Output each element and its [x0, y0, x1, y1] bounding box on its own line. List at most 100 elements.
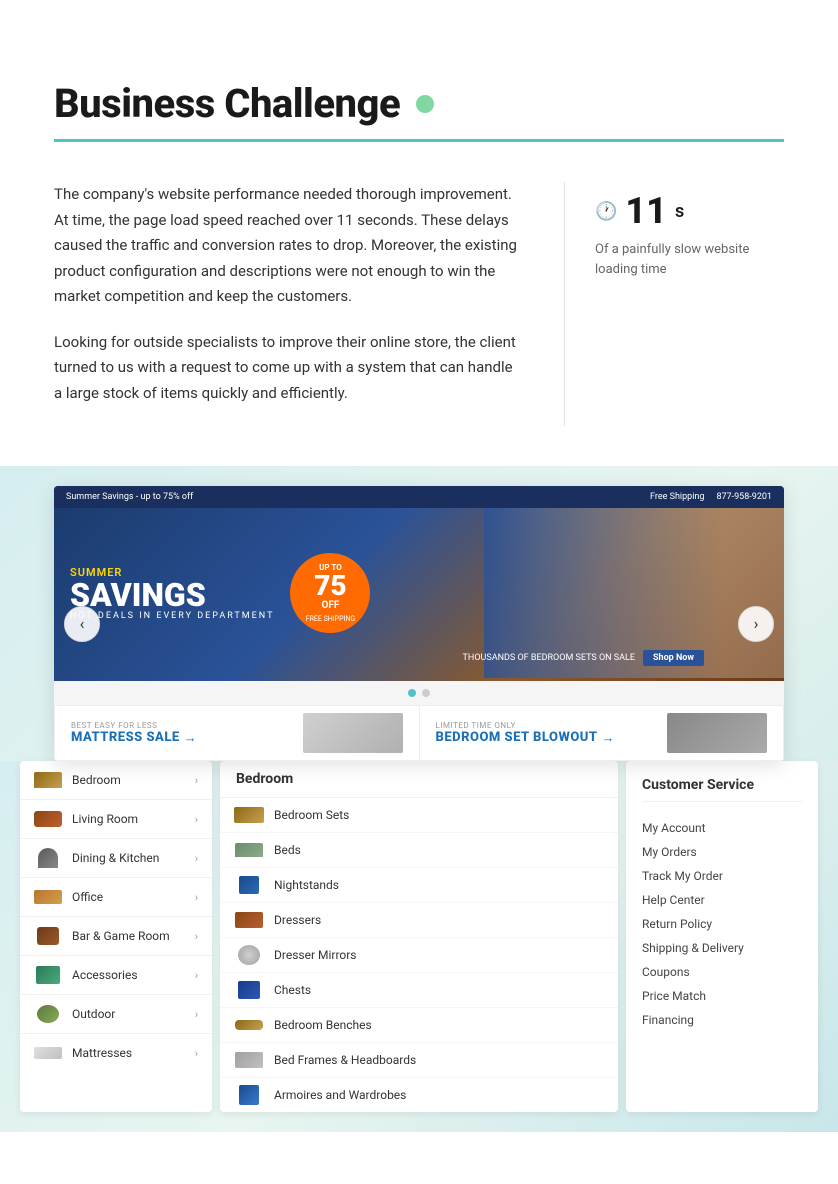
- customer-service-header: Customer Service: [642, 777, 802, 802]
- discount-percentage: 75: [314, 572, 346, 600]
- submenu-item-armoires[interactable]: Armoires and Wardrobes: [220, 1078, 618, 1112]
- carousel-section: Summer Savings - up to 75% off Free Ship…: [0, 466, 838, 1132]
- desk-icon: [34, 886, 62, 908]
- right-item-my-orders[interactable]: My Orders: [642, 840, 802, 864]
- discount-badge: UP TO 75 OFF FREE SHIPPING: [290, 553, 370, 633]
- menu-arrow-living-room: ›: [195, 813, 198, 826]
- banner-text-area: Summer SAVINGS HOT DEALS IN EVERY DEPART…: [70, 566, 274, 621]
- carousel-dot-2[interactable]: [422, 689, 430, 697]
- menu-label-dining: Dining & Kitchen: [72, 851, 185, 865]
- challenge-dot: [416, 95, 434, 113]
- mattress-icon: [34, 1042, 62, 1064]
- menu-item-outdoor[interactable]: Outdoor ›: [20, 995, 212, 1034]
- menu-arrow-dining: ›: [195, 852, 198, 865]
- right-item-coupons[interactable]: Coupons: [642, 960, 802, 984]
- challenge-divider: [54, 141, 784, 142]
- right-item-financing[interactable]: Financing: [642, 1008, 802, 1032]
- submenu-label-bedroom-sets: Bedroom Sets: [274, 808, 349, 822]
- bedroom-benches-icon: [234, 1015, 264, 1035]
- submenu-item-nightstands[interactable]: Nightstands: [220, 868, 618, 903]
- right-item-my-account[interactable]: My Account: [642, 816, 802, 840]
- carousel-dots: [54, 681, 784, 705]
- bedroom-sets-icon: [234, 805, 264, 825]
- menu-item-accessories[interactable]: Accessories ›: [20, 956, 212, 995]
- menu-label-bedroom: Bedroom: [72, 773, 185, 787]
- menu-item-bar-game[interactable]: Bar & Game Room ›: [20, 917, 212, 956]
- beds-icon: [234, 840, 264, 860]
- carousel-dot-1[interactable]: [408, 689, 416, 697]
- business-challenge-section: Business Challenge The company's website…: [0, 80, 838, 426]
- submenu-label-dresser-mirrors: Dresser Mirrors: [274, 948, 357, 962]
- top-spacer: [0, 0, 838, 80]
- shop-now-button[interactable]: Shop Now: [643, 650, 704, 666]
- banner-top-left: Summer Savings - up to 75% off: [66, 492, 193, 502]
- menu-section: Bedroom › Living Room › Dining & Kitchen…: [0, 761, 838, 1132]
- submenu-item-bedroom-sets[interactable]: Bedroom Sets: [220, 798, 618, 833]
- sub-banner-mattress-arrow: →: [184, 730, 197, 746]
- right-item-help-center[interactable]: Help Center: [642, 888, 802, 912]
- bar-icon: [34, 925, 62, 947]
- submenu-item-dresser-mirrors[interactable]: Dresser Mirrors: [220, 938, 618, 973]
- sub-banner-bedroom[interactable]: LIMITED TIME ONLY BEDROOM SET BLOWOUT →: [419, 705, 785, 761]
- sub-banner-mattress-image: [303, 713, 403, 753]
- menu-item-dining[interactable]: Dining & Kitchen ›: [20, 839, 212, 878]
- submenu-label-armoires: Armoires and Wardrobes: [274, 1088, 406, 1102]
- top-bar-text: Summer Savings - up to 75% off: [66, 492, 193, 502]
- stat-description: Of a painfully slow website loading time: [595, 240, 784, 279]
- menu-arrow-office: ›: [195, 891, 198, 904]
- right-item-shipping-delivery[interactable]: Shipping & Delivery: [642, 936, 802, 960]
- armoires-icon: [234, 1085, 264, 1105]
- accessories-icon: [34, 964, 62, 986]
- submenu-item-beds[interactable]: Beds: [220, 833, 618, 868]
- menu-item-bedroom[interactable]: Bedroom ›: [20, 761, 212, 800]
- stat-number: 11: [625, 190, 667, 232]
- menu-arrow-accessories: ›: [195, 969, 198, 982]
- dresser-mirrors-icon: [234, 945, 264, 965]
- submenu-label-dressers: Dressers: [274, 913, 321, 927]
- right-item-track-order[interactable]: Track My Order: [642, 864, 802, 888]
- banner-main-text: SAVINGS: [70, 579, 274, 611]
- bed-icon: [34, 769, 62, 791]
- shop-now-area: Thousands of Bedroom Sets on Sale Shop N…: [463, 650, 704, 666]
- sub-banner-bedroom-label: LIMITED TIME ONLY: [436, 721, 615, 730]
- submenu-item-bedroom-benches[interactable]: Bedroom Benches: [220, 1008, 618, 1043]
- right-item-price-match[interactable]: Price Match: [642, 984, 802, 1008]
- bedroom-submenu-header: Bedroom: [220, 761, 618, 798]
- menu-label-living-room: Living Room: [72, 812, 185, 826]
- stat-unit: s: [675, 201, 684, 222]
- submenu-item-dressers[interactable]: Dressers: [220, 903, 618, 938]
- carousel-prev-button[interactable]: ‹: [64, 606, 100, 642]
- carousel-next-button[interactable]: ›: [738, 606, 774, 642]
- sub-banner-mattress-content: BEST EASY FOR LESS MATTRESS SALE →: [71, 721, 197, 746]
- left-category-menu: Bedroom › Living Room › Dining & Kitchen…: [20, 761, 212, 1112]
- challenge-header: Business Challenge: [54, 80, 784, 141]
- stat-number-row: 🕐 11 s: [595, 190, 684, 232]
- dressers-icon: [234, 910, 264, 930]
- sub-banner-mattress[interactable]: BEST EASY FOR LESS MATTRESS SALE →: [54, 705, 419, 761]
- phone-number-text: 877-958-9201: [716, 492, 772, 502]
- submenu-label-bed-frames: Bed Frames & Headboards: [274, 1053, 416, 1067]
- menu-label-bar-game: Bar & Game Room: [72, 929, 185, 943]
- challenge-title: Business Challenge: [54, 80, 400, 127]
- sub-banner-bedroom-image: [667, 713, 767, 753]
- sub-banner-mattress-label: BEST EASY FOR LESS: [71, 721, 197, 730]
- menu-item-mattresses[interactable]: Mattresses ›: [20, 1034, 212, 1072]
- menu-label-mattresses: Mattresses: [72, 1046, 185, 1060]
- submenu-item-bed-frames[interactable]: Bed Frames & Headboards: [220, 1043, 618, 1078]
- submenu-item-chests[interactable]: Chests: [220, 973, 618, 1008]
- clock-icon: 🕐: [595, 201, 617, 222]
- right-item-return-policy[interactable]: Return Policy: [642, 912, 802, 936]
- outdoor-icon: [34, 1003, 62, 1025]
- bedroom-submenu: Bedroom Bedroom Sets Beds Nightstands Dr…: [220, 761, 618, 1112]
- menu-item-office[interactable]: Office ›: [20, 878, 212, 917]
- submenu-label-nightstands: Nightstands: [274, 878, 339, 892]
- menu-arrow-bar-game: ›: [195, 930, 198, 943]
- menu-item-living-room[interactable]: Living Room ›: [20, 800, 212, 839]
- submenu-label-bedroom-benches: Bedroom Benches: [274, 1018, 372, 1032]
- discount-off: OFF: [322, 600, 340, 611]
- challenge-body: The company's website performance needed…: [54, 182, 784, 426]
- banner-top-right: Free Shipping 877-958-9201: [650, 492, 772, 502]
- sub-banner-bedroom-content: LIMITED TIME ONLY BEDROOM SET BLOWOUT →: [436, 721, 615, 746]
- banner-top-bar: Summer Savings - up to 75% off Free Ship…: [54, 486, 784, 508]
- menu-arrow-mattresses: ›: [195, 1047, 198, 1060]
